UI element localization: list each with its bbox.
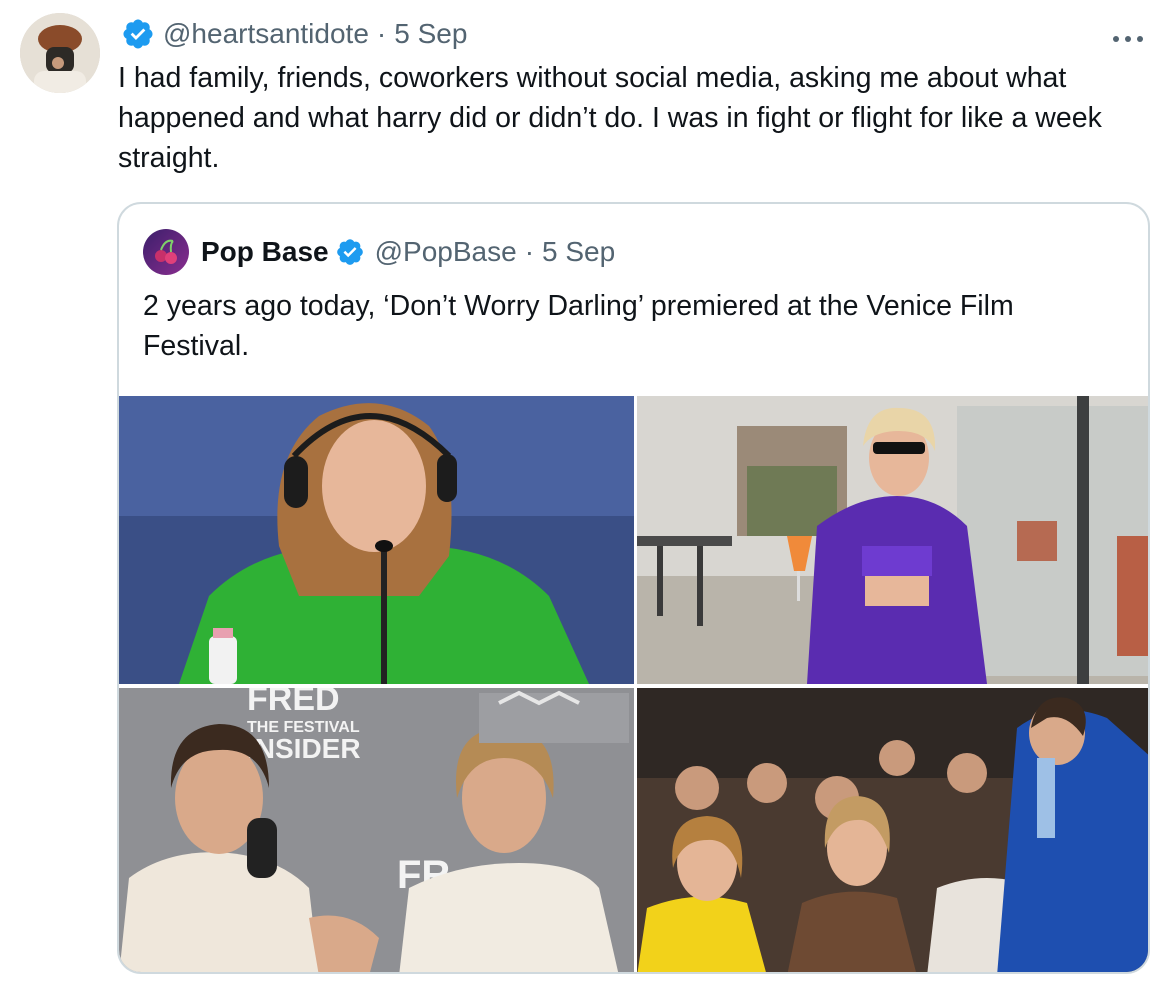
- separator-dot: ·: [376, 18, 387, 49]
- photo-1[interactable]: [119, 396, 634, 684]
- verified-badge-icon: [335, 237, 365, 267]
- more-icon: [1113, 36, 1143, 42]
- photo-2[interactable]: [637, 396, 1148, 684]
- photo3-text-fred: FRED: [247, 688, 340, 718]
- separator-dot: ·: [524, 236, 535, 267]
- user-avatar[interactable]: [20, 13, 100, 93]
- quoted-tweet-text: 2 years ago today, ‘Don’t Worry Darling’…: [143, 290, 1014, 362]
- more-options-button[interactable]: [1112, 18, 1144, 52]
- tweet-header: @heartsantidote · 5 Sep: [121, 14, 467, 54]
- quoted-tweet-date[interactable]: 5 Sep: [542, 236, 615, 268]
- photo-3[interactable]: FRED THE FESTIVAL INSIDER FR: [119, 688, 634, 972]
- verified-badge-icon: [121, 17, 155, 51]
- tweet-date[interactable]: 5 Sep: [394, 18, 467, 50]
- photo-4[interactable]: [637, 688, 1148, 972]
- quoted-tweet-header: Pop Base @PopBase · 5 Sep: [143, 228, 615, 276]
- quoted-tweet[interactable]: Pop Base @PopBase · 5 Sep 2 years ago to…: [117, 202, 1150, 974]
- quoted-author-name[interactable]: Pop Base: [201, 236, 329, 268]
- tweet-text: I had family, friends, coworkers without…: [118, 62, 1102, 174]
- popbase-avatar[interactable]: [143, 229, 189, 275]
- media-grid: FRED THE FESTIVAL INSIDER FR: [119, 396, 1148, 972]
- author-handle[interactable]: @heartsantidote: [163, 18, 369, 50]
- quoted-author-handle[interactable]: @PopBase: [375, 236, 517, 268]
